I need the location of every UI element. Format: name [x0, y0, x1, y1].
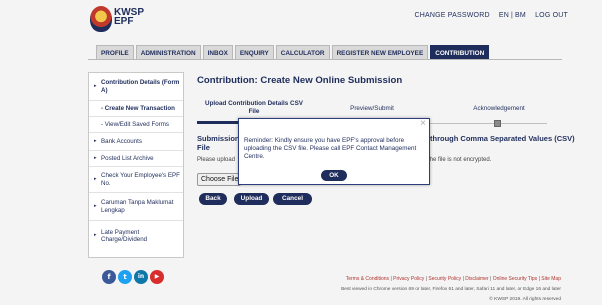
- tab-enquiry[interactable]: ENQUIRY: [234, 45, 274, 60]
- footer-browser-note: Best viewed in Chrome version 69 or late…: [341, 287, 561, 292]
- footer-link-terms[interactable]: Terms & Conditions: [346, 276, 389, 282]
- instruction-text-left: Please upload: [197, 157, 236, 163]
- lang-bm-link[interactable]: BM: [515, 12, 526, 19]
- change-password-link[interactable]: CHANGE PASSWORD: [415, 12, 490, 19]
- footer-copyright: © KWSP 2019. All rights reserved: [489, 297, 561, 302]
- tab-calculator[interactable]: CALCULATOR: [275, 45, 330, 60]
- close-icon[interactable]: ×: [420, 119, 426, 129]
- lang-separator: |: [511, 12, 514, 19]
- tab-inbox[interactable]: INBOX: [202, 45, 233, 60]
- sidebar-item-bank-accounts[interactable]: ▸ Bank Accounts: [89, 133, 183, 151]
- sidebar-item-caruman-tanpa-maklumat[interactable]: ▸ Caruman Tanpa Maklumat Lengkap: [89, 193, 183, 221]
- sidebar-item-label: Caruman Tanpa Maklumat Lengkap: [101, 199, 174, 214]
- sidebar-item-check-epf-no[interactable]: ▸ Check Your Employee's EPF No.: [89, 167, 183, 193]
- upload-button[interactable]: Upload: [234, 193, 269, 205]
- sidebar-item-contribution-details[interactable]: ▸ Contribution Details (Form A): [89, 73, 183, 101]
- tab-register-new-employee[interactable]: REGISTER NEW EMPLOYEE: [331, 45, 429, 60]
- sidebar-arrow-icon: ▸: [94, 82, 97, 89]
- step-preview-label: Preview/Submit: [350, 105, 394, 112]
- sidebar-arrow-icon: ▸: [94, 232, 97, 239]
- page: KWSP EPF CHANGE PASSWORD EN | BM LOG OUT P…: [0, 0, 602, 305]
- sidebar-arrow-icon: ▸: [94, 202, 97, 209]
- instruction-text-right: the file is not encrypted.: [428, 157, 492, 163]
- social-links: f t in ▶: [102, 270, 164, 284]
- reminder-message: Reminder: Kindly ensure you have EPF's a…: [244, 137, 417, 161]
- main-tabs: PROFILE ADMINISTRATION INBOX ENQUIRY CAL…: [96, 45, 490, 60]
- header: KWSP EPF CHANGE PASSWORD EN | BM LOG OUT: [0, 0, 602, 40]
- tab-administration[interactable]: ADMINISTRATION: [135, 45, 201, 60]
- logo-text-epf: EPF: [114, 16, 134, 27]
- footer-links: Terms & Conditions | Privacy Policy | Se…: [346, 276, 561, 282]
- sidebar-item-late-payment[interactable]: ▸ Late Payment Charge/Dividend: [89, 221, 183, 251]
- back-button[interactable]: Back: [199, 193, 227, 205]
- cancel-button[interactable]: Cancel: [273, 193, 312, 205]
- logout-link[interactable]: LOG OUT: [535, 12, 568, 19]
- section-title-left-line2: File: [197, 143, 210, 152]
- step-acknowledgement-label: Acknowledgement: [473, 105, 525, 112]
- sidebar-item-label: Check Your Employee's EPF No.: [101, 172, 180, 187]
- top-links: CHANGE PASSWORD EN | BM LOG OUT: [408, 12, 569, 19]
- lang-en-link[interactable]: EN: [499, 12, 509, 19]
- sidebar-item-label: - Create New Transaction: [101, 104, 175, 112]
- choose-file-button[interactable]: Choose File: [197, 173, 241, 186]
- sidebar-arrow-icon: ▸: [94, 175, 97, 182]
- sidebar-item-create-new-transaction[interactable]: - Create New Transaction: [89, 101, 183, 117]
- kwsp-logo[interactable]: KWSP EPF: [90, 6, 150, 32]
- sidebar-arrow-icon: ▸: [94, 154, 97, 161]
- sidebar-item-posted-list-archive[interactable]: ▸ Posted List Archive: [89, 151, 183, 167]
- sidebar-item-label: Contribution Details (Form A): [101, 79, 180, 94]
- sidebar-item-label: - View/Edit Saved Forms: [101, 120, 169, 128]
- step-upload-label: Upload Contribution Details CSV File: [205, 100, 303, 115]
- sidebar-arrow-icon: ▸: [94, 137, 97, 144]
- page-title: Contribution: Create New Online Submissi…: [197, 75, 403, 86]
- footer-link-security[interactable]: Security Policy: [428, 276, 461, 282]
- sidebar-item-label: Late Payment Charge/Dividend: [101, 228, 148, 244]
- linkedin-icon[interactable]: in: [134, 270, 148, 284]
- ok-button[interactable]: OK: [321, 170, 347, 181]
- section-title-right: through Comma Separated Values (CSV): [430, 134, 575, 143]
- sidebar-item-label: Posted List Archive: [101, 154, 154, 162]
- twitter-icon[interactable]: t: [118, 270, 132, 284]
- tab-contribution[interactable]: CONTRIBUTION: [430, 45, 490, 60]
- footer-link-disclaimer[interactable]: Disclaimer: [465, 276, 488, 282]
- kwsp-emblem-icon: [90, 6, 112, 32]
- sidebar: ▸ Contribution Details (Form A) - Create…: [88, 72, 184, 258]
- sidebar-item-label: Bank Accounts: [101, 137, 142, 145]
- section-title-left-line1: Submission: [197, 134, 240, 143]
- footer-link-online-security-tips[interactable]: Online Security Tips: [493, 276, 537, 282]
- tab-profile[interactable]: PROFILE: [96, 45, 134, 60]
- youtube-icon[interactable]: ▶: [150, 270, 164, 284]
- sidebar-item-view-edit-saved-forms[interactable]: - View/Edit Saved Forms: [89, 117, 183, 133]
- step-marker-icon: [494, 120, 501, 127]
- facebook-icon[interactable]: f: [102, 270, 116, 284]
- section-title-left: Submission File: [197, 134, 240, 152]
- footer-link-privacy[interactable]: Privacy Policy: [393, 276, 424, 282]
- reminder-dialog: × Reminder: Kindly ensure you have EPF's…: [238, 118, 430, 185]
- footer-link-site-map[interactable]: Site Map: [541, 276, 561, 282]
- logo-text: KWSP EPF: [114, 8, 144, 27]
- tab-divider: [88, 59, 562, 60]
